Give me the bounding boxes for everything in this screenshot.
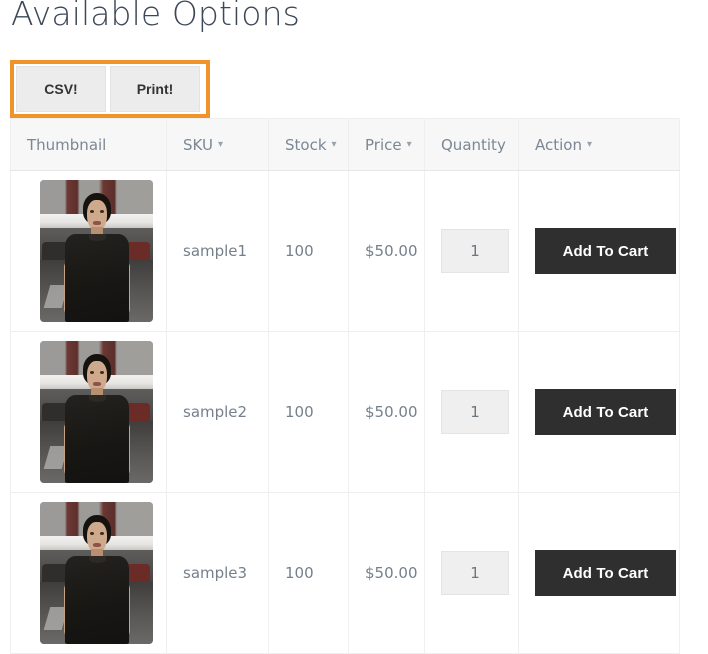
cell-price: $50.00 xyxy=(349,493,425,654)
column-header-action[interactable]: Action ▾ xyxy=(519,119,680,171)
cell-sku: sample1 xyxy=(167,171,269,332)
cell-sku: sample3 xyxy=(167,493,269,654)
sort-caret-icon-action: ▾ xyxy=(587,139,592,150)
column-header-stock-label: Stock xyxy=(285,136,327,154)
column-header-sku[interactable]: SKU ▾ xyxy=(167,119,269,171)
sort-caret-icon-sku: ▾ xyxy=(218,139,223,150)
add-to-cart-button[interactable]: Add To Cart xyxy=(535,550,676,596)
column-header-price-label: Price xyxy=(365,136,402,154)
csv-export-button[interactable]: CSV! xyxy=(16,66,106,112)
add-to-cart-button[interactable]: Add To Cart xyxy=(535,389,676,435)
cell-thumbnail xyxy=(11,332,167,493)
add-to-cart-button[interactable]: Add To Cart xyxy=(535,228,676,274)
cell-stock: 100 xyxy=(269,493,349,654)
column-header-thumbnail[interactable]: Thumbnail xyxy=(11,119,167,171)
cell-price: $50.00 xyxy=(349,171,425,332)
page-title: Available Options xyxy=(11,0,300,33)
quantity-input[interactable] xyxy=(441,551,509,595)
cell-sku: sample2 xyxy=(167,332,269,493)
export-buttons-highlight-box: CSV! Print! xyxy=(10,60,210,118)
export-button-group: CSV! Print! xyxy=(16,66,200,112)
quantity-input[interactable] xyxy=(441,229,509,273)
column-header-action-label: Action xyxy=(535,136,582,154)
cell-action: Add To Cart xyxy=(519,493,680,654)
cell-stock: 100 xyxy=(269,332,349,493)
print-export-button[interactable]: Print! xyxy=(110,66,200,112)
cell-thumbnail xyxy=(11,171,167,332)
table-header-row: Thumbnail SKU ▾ Stock ▾ Price ▾ Quantity xyxy=(11,119,680,171)
column-header-quantity-label: Quantity xyxy=(441,136,506,154)
cell-stock: 100 xyxy=(269,171,349,332)
column-header-thumbnail-label: Thumbnail xyxy=(27,136,106,154)
column-header-quantity[interactable]: Quantity xyxy=(425,119,519,171)
table-row: sample1 100 $50.00 Add To Cart xyxy=(11,171,680,332)
table-row: sample3 100 $50.00 Add To Cart xyxy=(11,493,680,654)
cell-price: $50.00 xyxy=(349,332,425,493)
column-header-price[interactable]: Price ▾ xyxy=(349,119,425,171)
product-thumbnail-image[interactable] xyxy=(40,180,153,322)
cell-quantity xyxy=(425,332,519,493)
cell-quantity xyxy=(425,171,519,332)
cell-thumbnail xyxy=(11,493,167,654)
table-body: sample1 100 $50.00 Add To Cart xyxy=(11,171,680,654)
product-thumbnail-image[interactable] xyxy=(40,341,153,483)
cell-quantity xyxy=(425,493,519,654)
product-thumbnail-image[interactable] xyxy=(40,502,153,644)
sort-caret-icon-stock: ▾ xyxy=(332,139,337,150)
table-header: Thumbnail SKU ▾ Stock ▾ Price ▾ Quantity xyxy=(11,119,680,171)
column-header-stock[interactable]: Stock ▾ xyxy=(269,119,349,171)
table-row: sample2 100 $50.00 Add To Cart xyxy=(11,332,680,493)
cell-action: Add To Cart xyxy=(519,332,680,493)
cell-action: Add To Cart xyxy=(519,171,680,332)
product-table: Thumbnail SKU ▾ Stock ▾ Price ▾ Quantity xyxy=(10,118,680,654)
sort-caret-icon-price: ▾ xyxy=(407,139,412,150)
quantity-input[interactable] xyxy=(441,390,509,434)
product-table-container: Thumbnail SKU ▾ Stock ▾ Price ▾ Quantity xyxy=(10,118,679,654)
available-options-page: Available Options CSV! Print! Thumbnail … xyxy=(0,0,708,650)
column-header-sku-label: SKU xyxy=(183,136,213,154)
